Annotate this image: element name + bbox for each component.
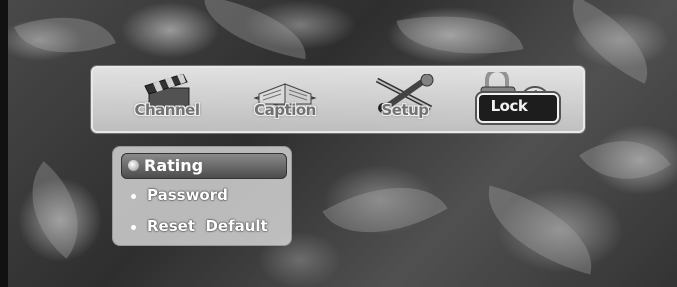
submenu-item-reset-default[interactable]: Reset Default [121, 215, 285, 239]
screen-border [0, 0, 8, 287]
submenu-label-password: Password [147, 186, 228, 204]
submenu-label-rating: Rating [144, 156, 204, 175]
leaf-decoration [14, 0, 116, 74]
menu-label-caption: Caption [254, 101, 316, 119]
submenu-item-password[interactable]: Password [121, 184, 285, 208]
leaf-decoration [579, 115, 671, 205]
bullet-icon [131, 194, 136, 199]
leaf-decoration [396, 0, 524, 71]
submenu-item-rating[interactable]: Rating [121, 153, 287, 179]
menu-item-setup[interactable]: Setup [355, 74, 455, 126]
background-image [0, 0, 677, 287]
top-menu-bar: Channel Caption Setup Lock [91, 66, 585, 133]
leaf-decoration [196, 0, 314, 60]
menu-label-setup: Setup [381, 101, 429, 119]
menu-item-caption[interactable]: Caption [235, 74, 335, 126]
menu-item-lock[interactable]: Lock [465, 72, 565, 126]
leaf-decoration [474, 185, 606, 275]
selected-bullet-icon [128, 160, 139, 171]
leaf-decoration [322, 156, 448, 264]
menu-label-channel: Channel [134, 101, 200, 119]
leaf-decoration [5, 161, 105, 259]
menu-label-lock: Lock [490, 97, 528, 115]
menu-item-channel[interactable]: Channel [117, 74, 217, 126]
submenu-label-reset-default: Reset Default [147, 217, 268, 235]
bullet-icon [131, 225, 136, 230]
lock-submenu: Rating Password Reset Default [112, 146, 292, 246]
